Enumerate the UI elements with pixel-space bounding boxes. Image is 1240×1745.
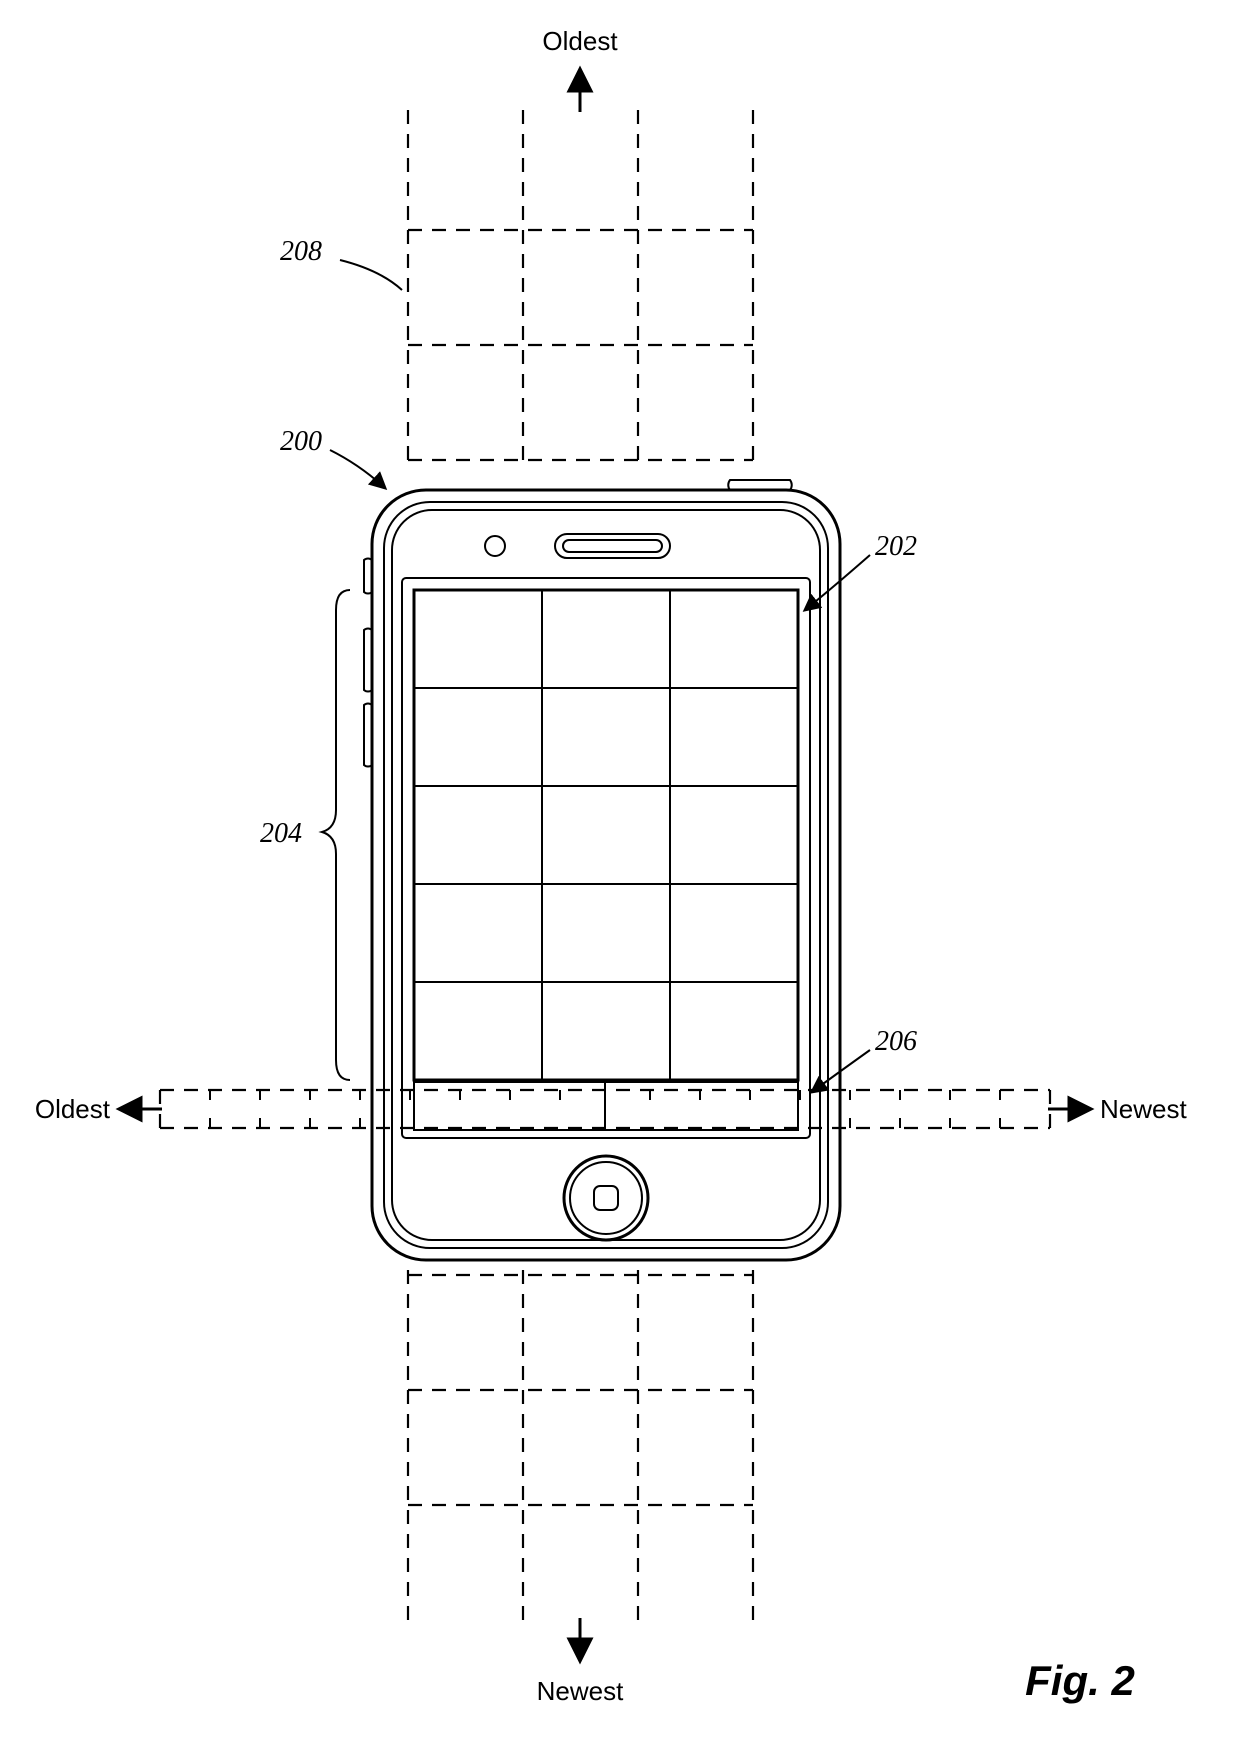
brace-icon	[322, 590, 350, 1080]
mobile-device	[364, 480, 840, 1260]
label-bottom: Newest	[537, 1676, 624, 1706]
ref-204: 204	[260, 818, 302, 849]
figure-number: Fig. 2	[1025, 1657, 1135, 1704]
ref-206: 206	[875, 1026, 917, 1057]
virtual-grid-top	[408, 110, 753, 460]
label-right: Newest	[1100, 1094, 1187, 1124]
screen-grid	[414, 590, 798, 1080]
virtual-grid-bottom	[408, 1270, 753, 1620]
patent-figure: Oldest Newest Oldest Newest 200 202 204 …	[0, 0, 1240, 1745]
ref-202: 202	[875, 531, 917, 562]
leader-200	[330, 450, 385, 488]
leader-208	[340, 260, 402, 290]
label-top: Oldest	[542, 26, 618, 56]
timeline-strip	[160, 1080, 1050, 1128]
ref-208: 208	[280, 236, 322, 267]
ref-200: 200	[280, 426, 322, 457]
leader-202	[805, 555, 870, 610]
label-left: Oldest	[35, 1094, 111, 1124]
